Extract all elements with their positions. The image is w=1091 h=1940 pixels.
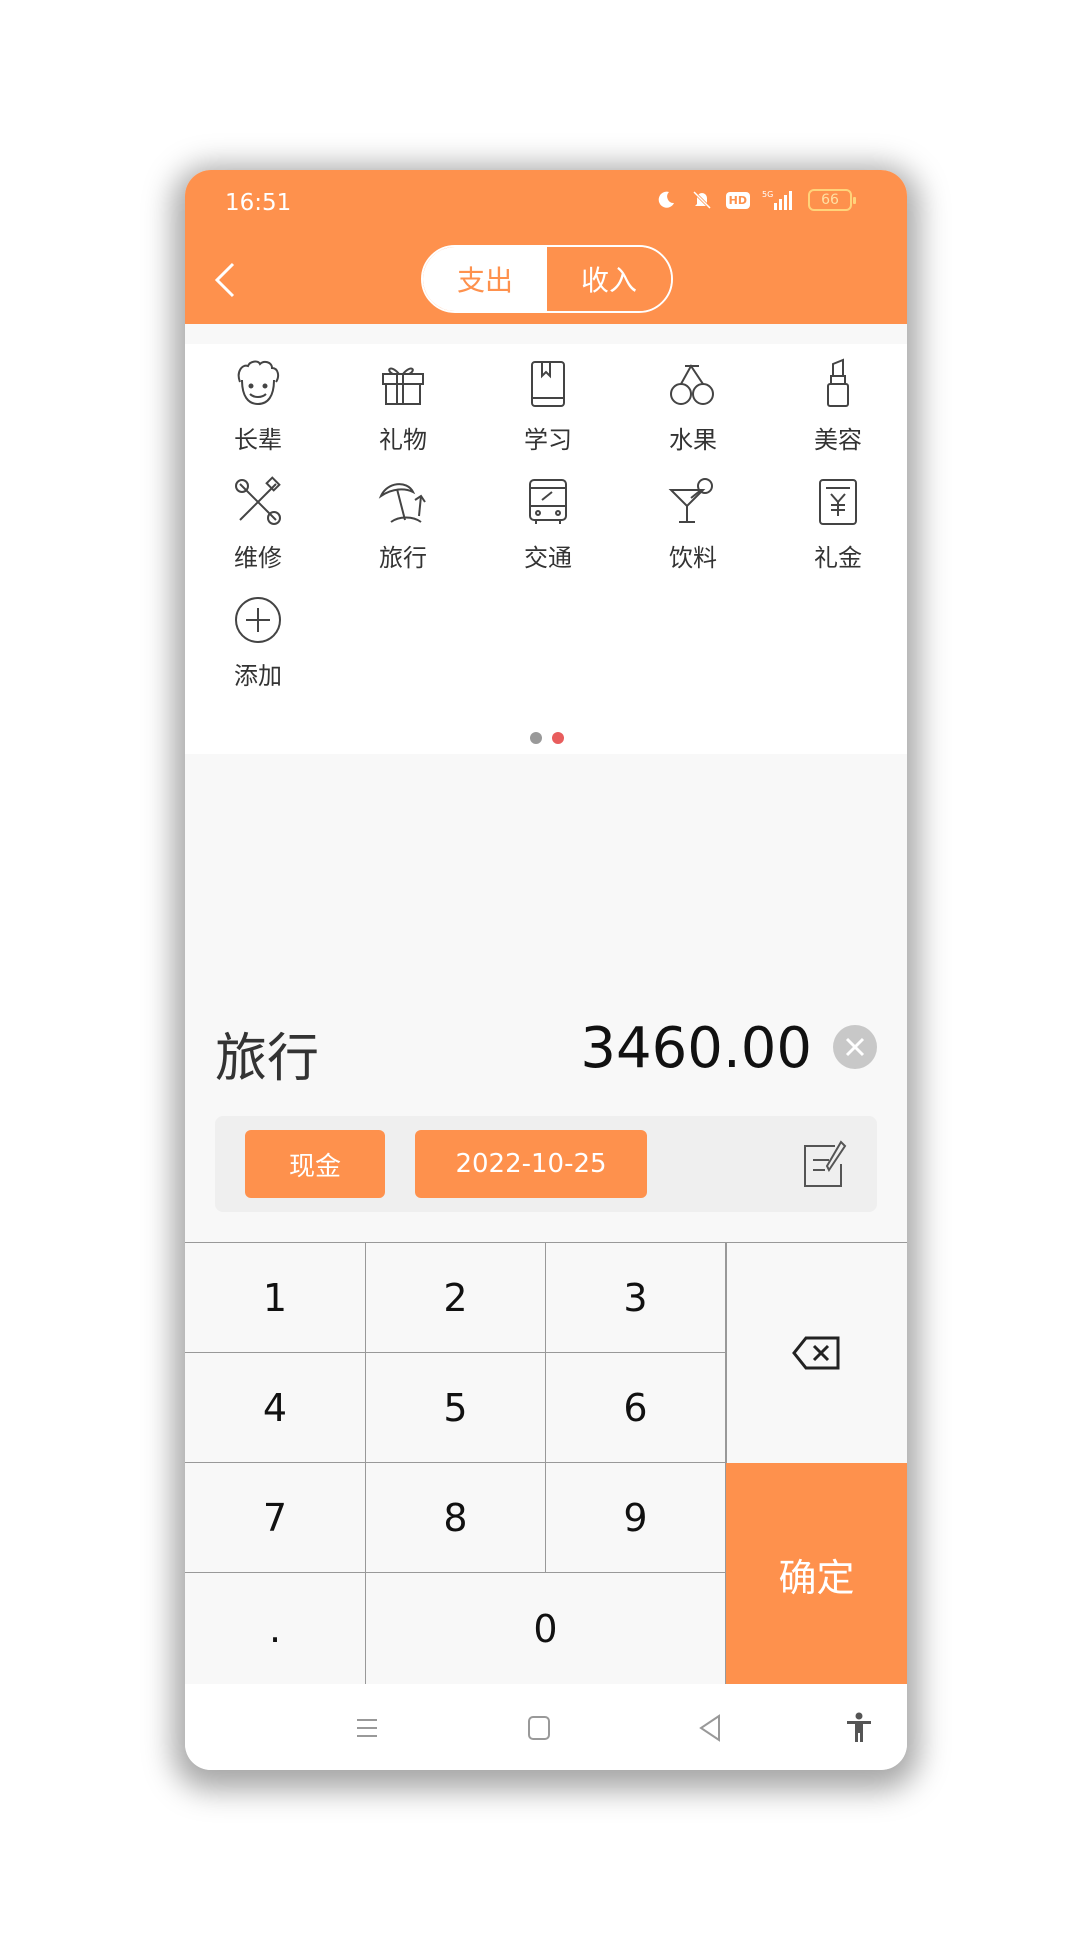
back-button[interactable] [207,258,247,302]
key-decimal[interactable]: . [185,1573,366,1685]
bus-icon [529,479,567,524]
category-transport[interactable]: 交通 [488,476,608,586]
date-button[interactable]: 2022-10-25 [415,1130,647,1198]
key-3[interactable]: 3 [546,1243,726,1353]
category-repair[interactable]: 维修 [198,476,318,586]
category-label: 美容 [814,426,862,454]
backspace-button[interactable] [726,1243,907,1463]
clear-amount-button[interactable] [833,1025,877,1069]
status-bar: 16:51 HD 5G 66 [185,170,907,230]
lipstick-icon [827,358,849,407]
category-label: 水果 [669,426,717,454]
category-label: 添加 [234,662,282,690]
category-drink[interactable]: 饮料 [633,476,753,586]
square-home-icon [528,1716,550,1740]
type-toggle: 支出 收入 [421,245,673,313]
category-fruit[interactable]: 水果 [633,358,753,468]
triangle-back-icon [699,1714,720,1742]
cocktail-icon [668,478,713,523]
category-label: 学习 [524,426,572,454]
category-label: 长辈 [234,426,282,454]
key-7[interactable]: 7 [185,1463,366,1573]
key-1[interactable]: 1 [185,1243,366,1353]
beach-umbrella-icon [378,483,426,523]
amount-row: 旅行 3460.00 [185,1008,907,1089]
key-9[interactable]: 9 [546,1463,726,1573]
status-time: 16:51 [225,190,292,216]
category-label: 饮料 [669,544,717,572]
page-dot-active [552,732,564,744]
entry-options: 现金 2022-10-25 [215,1116,877,1212]
key-2[interactable]: 2 [366,1243,546,1353]
category-elder[interactable]: 长辈 [198,358,318,468]
home-nav-button[interactable] [521,1710,557,1746]
account-button[interactable]: 现金 [245,1130,385,1198]
money-envelope-icon [819,479,857,525]
tools-icon [235,476,281,525]
category-add[interactable]: 添加 [198,594,318,704]
confirm-button[interactable]: 确定 [726,1463,907,1685]
selected-category: 旅行 [215,1029,320,1089]
backspace-icon [792,1336,840,1370]
key-5[interactable]: 5 [366,1353,546,1463]
key-8[interactable]: 8 [366,1463,546,1573]
category-label: 交通 [524,544,572,572]
moon-icon [654,188,678,212]
status-icons: HD 5G 66 [654,188,856,212]
tab-income[interactable]: 收入 [547,247,671,311]
amount-display: 3460.00 [580,1016,812,1081]
close-icon [845,1037,865,1057]
hd-badge: HD [725,191,750,209]
cherry-icon [670,364,714,405]
signal-icon: 5G [762,188,796,212]
key-0[interactable]: 0 [366,1573,726,1685]
category-label: 礼金 [814,544,862,572]
category-gift[interactable]: 礼物 [343,358,463,468]
keypad: 1 2 3 4 5 6 7 8 9 . 0 确定 [185,1242,907,1685]
gift-icon [382,367,424,405]
elder-icon [237,360,280,406]
chevron-left-icon [214,262,235,298]
page-dot [530,732,542,744]
accessibility-icon [847,1712,871,1742]
category-label: 旅行 [379,544,427,572]
battery-icon: 66 [808,189,856,211]
back-nav-button[interactable] [693,1710,729,1746]
key-4[interactable]: 4 [185,1353,366,1463]
svg-text:5G: 5G [762,190,773,199]
add-circle-icon [235,597,281,643]
book-icon [531,361,565,407]
phone-screen: 16:51 HD 5G 66 支出 收入 长辈 礼物 学习 水果 美容 维修 旅… [185,170,907,1770]
menu-nav-button[interactable] [349,1710,385,1746]
category-beauty[interactable]: 美容 [778,358,898,468]
key-6[interactable]: 6 [546,1353,726,1463]
category-label: 维修 [234,544,282,572]
mute-bell-icon [690,188,714,212]
category-study[interactable]: 学习 [488,358,608,468]
system-nav-bar [185,1684,907,1770]
page-indicator [530,732,564,744]
edit-note-icon [804,1140,847,1187]
accessibility-button[interactable] [841,1710,877,1746]
category-gift-money[interactable]: 礼金 [778,476,898,586]
note-button[interactable] [801,1138,849,1190]
menu-icon [357,1719,377,1737]
header: 16:51 HD 5G 66 支出 收入 [185,170,907,324]
tab-expense[interactable]: 支出 [423,247,547,311]
category-grid: 长辈 礼物 学习 水果 美容 维修 旅行 交通 饮料 礼金 添加 [185,344,907,754]
category-label: 礼物 [379,426,427,454]
category-travel[interactable]: 旅行 [343,476,463,586]
